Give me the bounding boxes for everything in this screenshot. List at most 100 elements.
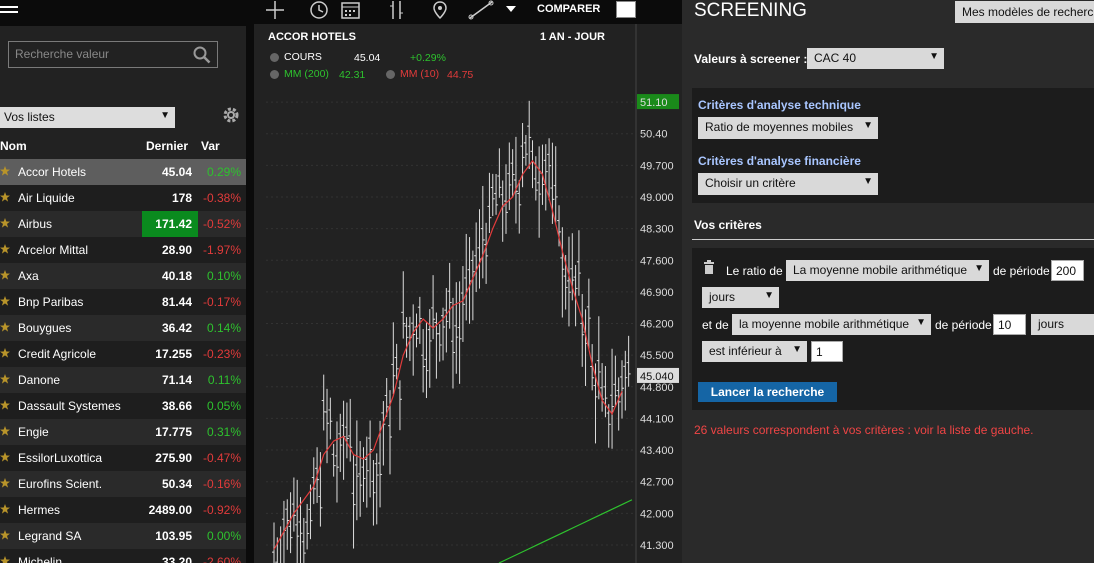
- row-name: Accor Hotels: [18, 165, 87, 179]
- table-row[interactable]: Bouygues 36.42 0.14%: [0, 315, 246, 341]
- table-row[interactable]: Arcelor Mittal 28.90 -1.97%: [0, 237, 246, 263]
- table-row[interactable]: Danone 71.14 0.11%: [0, 367, 246, 393]
- star-icon[interactable]: [0, 478, 10, 488]
- launch-search-button[interactable]: Lancer la recherche: [698, 382, 837, 402]
- y-tick-label: 43.400: [640, 445, 674, 457]
- table-row[interactable]: Eurofins Scient. 50.34 -0.16%: [0, 471, 246, 497]
- tech-criteria-value: Ratio de moyennes mobiles: [705, 120, 854, 134]
- fin-criteria-label: Critères d'analyse financière: [698, 154, 861, 168]
- row-var: -0.23%: [202, 347, 241, 361]
- legend-mm200-value: 42.31: [339, 69, 366, 81]
- star-icon[interactable]: [0, 270, 10, 280]
- search-icon[interactable]: [193, 46, 211, 64]
- tech-criteria-label: Critères d'analyse technique: [698, 98, 861, 112]
- condition-value-input[interactable]: 1: [811, 341, 843, 362]
- col-var-header[interactable]: Var: [201, 139, 220, 153]
- star-icon[interactable]: [0, 504, 10, 514]
- tech-criteria-select[interactable]: Ratio de moyennes mobiles ▼: [698, 117, 878, 139]
- row-last: 171.42: [155, 217, 192, 231]
- chart-canvas[interactable]: 51.10 50.40 49.700 49.000 48.300 47.600 46.900…: [254, 24, 682, 563]
- stock-list: Accor Hotels 45.04 0.29% Air Liquide 178 -0.3…: [0, 159, 246, 563]
- row-var: 0.31%: [206, 425, 241, 439]
- table-row[interactable]: EssilorLuxottica 275.90 -0.47%: [0, 445, 246, 471]
- crosshair-icon[interactable]: [264, 0, 286, 20]
- caret-down-icon[interactable]: [504, 0, 518, 20]
- compare-button[interactable]: COMPARER: [537, 3, 600, 15]
- table-row[interactable]: Dassault Systemes 38.66 0.05%: [0, 393, 246, 419]
- star-icon[interactable]: [0, 452, 10, 462]
- star-icon[interactable]: [0, 244, 10, 254]
- table-row[interactable]: Engie 17.775 0.31%: [0, 419, 246, 445]
- mm2-select[interactable]: la moyenne mobile arithmétique ▼: [732, 314, 931, 335]
- col-last-header[interactable]: Dernier: [146, 139, 188, 153]
- star-icon[interactable]: [0, 218, 10, 228]
- legend-mm200-label: MM (200): [284, 68, 329, 80]
- row-name: Airbus: [18, 217, 53, 231]
- pin-icon[interactable]: [429, 0, 451, 20]
- star-icon[interactable]: [0, 192, 10, 202]
- gear-icon[interactable]: [386, 69, 395, 79]
- unit2-select[interactable]: jours: [1031, 314, 1094, 335]
- chart-period[interactable]: 1 AN - JOUR: [540, 31, 605, 43]
- star-icon[interactable]: [0, 296, 10, 306]
- calendar-icon[interactable]: [340, 0, 362, 20]
- chevron-down-icon: ▼: [929, 51, 939, 62]
- period1-input[interactable]: 200: [1051, 260, 1084, 281]
- star-icon[interactable]: [0, 426, 10, 436]
- row-var: -0.92%: [202, 503, 241, 517]
- star-icon[interactable]: [0, 530, 10, 540]
- search-box[interactable]: [8, 41, 218, 68]
- fin-criteria-select[interactable]: Choisir un critère ▼: [698, 173, 878, 195]
- mm2-select-value: la moyenne mobile arithmétique: [739, 317, 910, 331]
- y-tick-label: 49.700: [640, 160, 674, 172]
- legend-cours-value: 45.04: [354, 52, 381, 64]
- star-icon[interactable]: [0, 348, 10, 358]
- values-select[interactable]: CAC 40 ▼: [807, 48, 944, 69]
- table-row[interactable]: Bnp Paribas 81.44 -0.17%: [0, 289, 246, 315]
- menu-icon[interactable]: [0, 6, 18, 18]
- draw-line-icon[interactable]: [467, 0, 495, 20]
- table-row[interactable]: Air Liquide 178 -0.38%: [0, 185, 246, 211]
- y-tick-label: 42.000: [640, 508, 674, 520]
- mm1-select-value: La moyenne mobile arithmétique: [793, 263, 968, 277]
- row-name: Axa: [18, 269, 39, 283]
- table-row[interactable]: Axa 40.18 0.10%: [0, 263, 246, 289]
- y-tick-label: 46.200: [640, 319, 674, 331]
- legend-mm200: MM (200): [270, 68, 329, 80]
- compare-toggle[interactable]: [616, 1, 636, 18]
- period2-input[interactable]: 10: [993, 314, 1026, 335]
- search-input[interactable]: [13, 46, 187, 62]
- row-name: Danone: [18, 373, 61, 387]
- lists-select[interactable]: Vos listes ▼: [0, 107, 175, 128]
- unit1-select[interactable]: jours ▼: [702, 287, 779, 308]
- table-row[interactable]: Accor Hotels 45.04 0.29%: [0, 159, 246, 185]
- star-icon[interactable]: [0, 400, 10, 410]
- my-models-button[interactable]: Mes modèles de recherche: [955, 1, 1094, 23]
- table-row[interactable]: Credit Agricole 17.255 -0.23%: [0, 341, 246, 367]
- star-icon[interactable]: [0, 556, 10, 563]
- row-last: 178: [171, 191, 192, 205]
- chevron-down-icon: ▼: [863, 176, 873, 187]
- star-icon[interactable]: [0, 374, 10, 384]
- condition-select[interactable]: est inférieur à ▼: [702, 341, 807, 362]
- table-row[interactable]: Michelin 33.20 -2.60%: [0, 549, 246, 563]
- star-icon[interactable]: [0, 322, 10, 332]
- mm1-select[interactable]: La moyenne mobile arithmétique ▼: [786, 260, 989, 281]
- col-name-header[interactable]: Nom: [0, 139, 27, 153]
- gear-icon[interactable]: [221, 105, 241, 125]
- and-label: et de: [702, 318, 729, 332]
- gear-icon[interactable]: [270, 69, 279, 79]
- gear-icon[interactable]: [270, 52, 279, 62]
- legend-mm10-label: MM (10): [400, 68, 440, 80]
- row-last: 36.42: [161, 321, 192, 335]
- history-icon[interactable]: [307, 0, 329, 20]
- trash-icon[interactable]: [703, 260, 715, 274]
- table-header: Nom Dernier Var: [0, 137, 246, 157]
- table-row[interactable]: Legrand SA 103.95 0.00%: [0, 523, 246, 549]
- row-var: -1.97%: [202, 243, 241, 257]
- star-icon[interactable]: [0, 166, 10, 176]
- y-tick-label: 45.500: [640, 350, 674, 362]
- table-row[interactable]: Airbus 171.42 -0.52%: [0, 211, 246, 237]
- indicator-icon[interactable]: [386, 0, 408, 20]
- table-row[interactable]: Hermes 2489.00 -0.92%: [0, 497, 246, 523]
